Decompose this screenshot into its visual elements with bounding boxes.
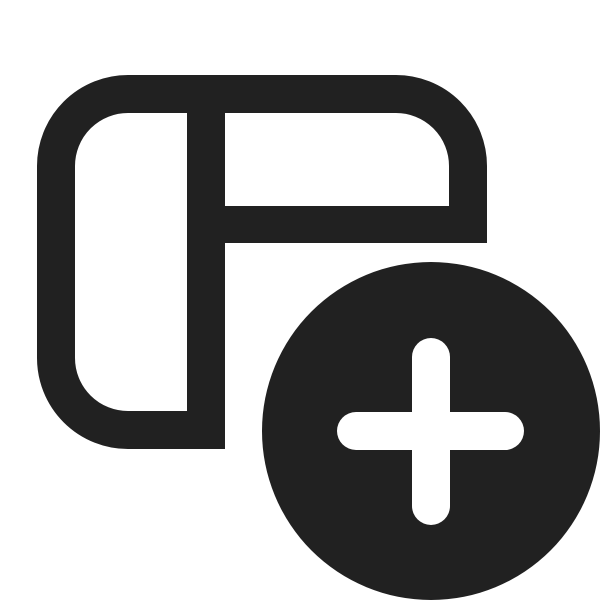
- table-add-icon: [37, 75, 600, 600]
- layout-frame-horizontal-divider: [187, 206, 487, 243]
- layout-frame-vertical-divider: [187, 94, 225, 449]
- plus-horizontal-bar: [337, 412, 524, 450]
- add-circle-icon: [262, 262, 600, 600]
- icon-canvas: [0, 0, 600, 600]
